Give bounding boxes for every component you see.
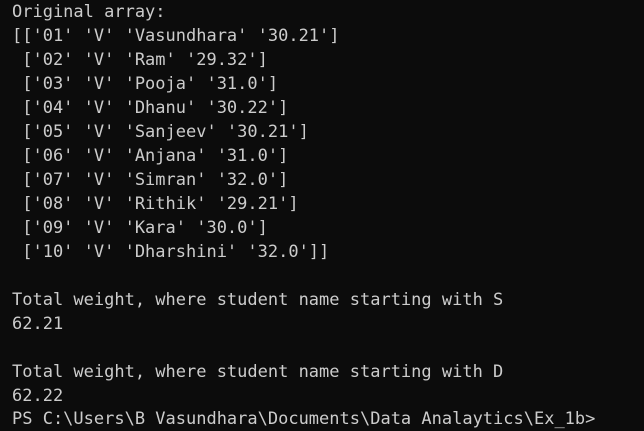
output-line-row-04: ['04' 'V' 'Dhanu' '30.22'] [12,98,289,118]
output-line-row-09: ['09' 'V' 'Kara' '30.0'] [12,218,268,238]
output-line-total-s: 62.21 [12,314,64,334]
output-line-row-02: ['02' 'V' 'Ram' '29.32'] [12,50,268,70]
output-line-row-10: ['10' 'V' 'Dharshini' '32.0']] [12,242,330,262]
output-line-label-d: Total weight, where student name startin… [12,362,504,382]
terminal-output[interactable]: Original array: [['01' 'V' 'Vasundhara' … [0,0,644,431]
output-line-row-08: ['08' 'V' 'Rithik' '29.21'] [12,194,299,214]
output-line-row-03: ['03' 'V' 'Pooja' '31.0'] [12,74,279,94]
output-line-label-s: Total weight, where student name startin… [12,290,504,310]
output-line-row-05: ['05' 'V' 'Sanjeev' '30.21'] [12,122,309,142]
shell-prompt[interactable]: PS C:\Users\B Vasundhara\Documents\Data … [12,407,595,431]
output-line-header: Original array: [12,2,166,22]
output-line-row-01: [['01' 'V' 'Vasundhara' '30.21'] [12,26,340,46]
output-line-row-07: ['07' 'V' 'Simran' '32.0'] [12,170,289,190]
output-line-row-06: ['06' 'V' 'Anjana' '31.0'] [12,146,289,166]
output-line-total-d: 62.22 [12,386,64,406]
